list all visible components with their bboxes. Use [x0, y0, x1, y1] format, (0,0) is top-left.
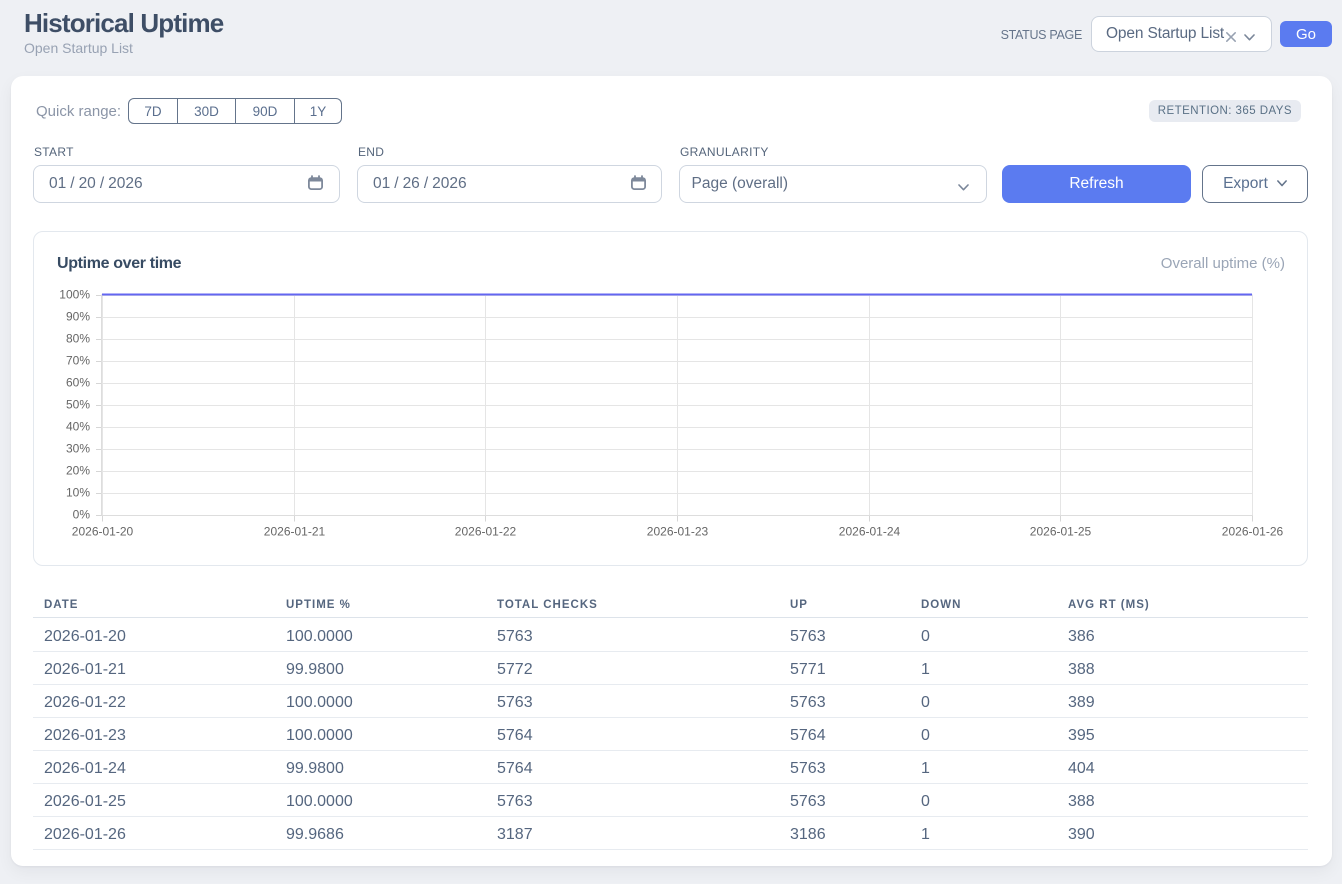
svg-text:2026-01-25: 2026-01-25 [1030, 525, 1092, 539]
svg-text:2026-01-26: 2026-01-26 [1222, 525, 1284, 539]
svg-text:2026-01-23: 2026-01-23 [647, 525, 709, 539]
svg-text:80%: 80% [66, 332, 90, 346]
svg-text:100%: 100% [59, 288, 90, 302]
svg-text:0%: 0% [73, 508, 91, 522]
svg-text:60%: 60% [66, 376, 90, 390]
svg-text:2026-01-20: 2026-01-20 [72, 525, 134, 539]
svg-text:20%: 20% [66, 464, 90, 478]
svg-text:2026-01-21: 2026-01-21 [264, 525, 326, 539]
svg-text:50%: 50% [66, 398, 90, 412]
svg-text:10%: 10% [66, 486, 90, 500]
svg-text:40%: 40% [66, 420, 90, 434]
svg-text:2026-01-24: 2026-01-24 [839, 525, 901, 539]
svg-text:90%: 90% [66, 310, 90, 324]
svg-text:30%: 30% [66, 442, 90, 456]
svg-text:2026-01-22: 2026-01-22 [455, 525, 517, 539]
svg-text:70%: 70% [66, 354, 90, 368]
